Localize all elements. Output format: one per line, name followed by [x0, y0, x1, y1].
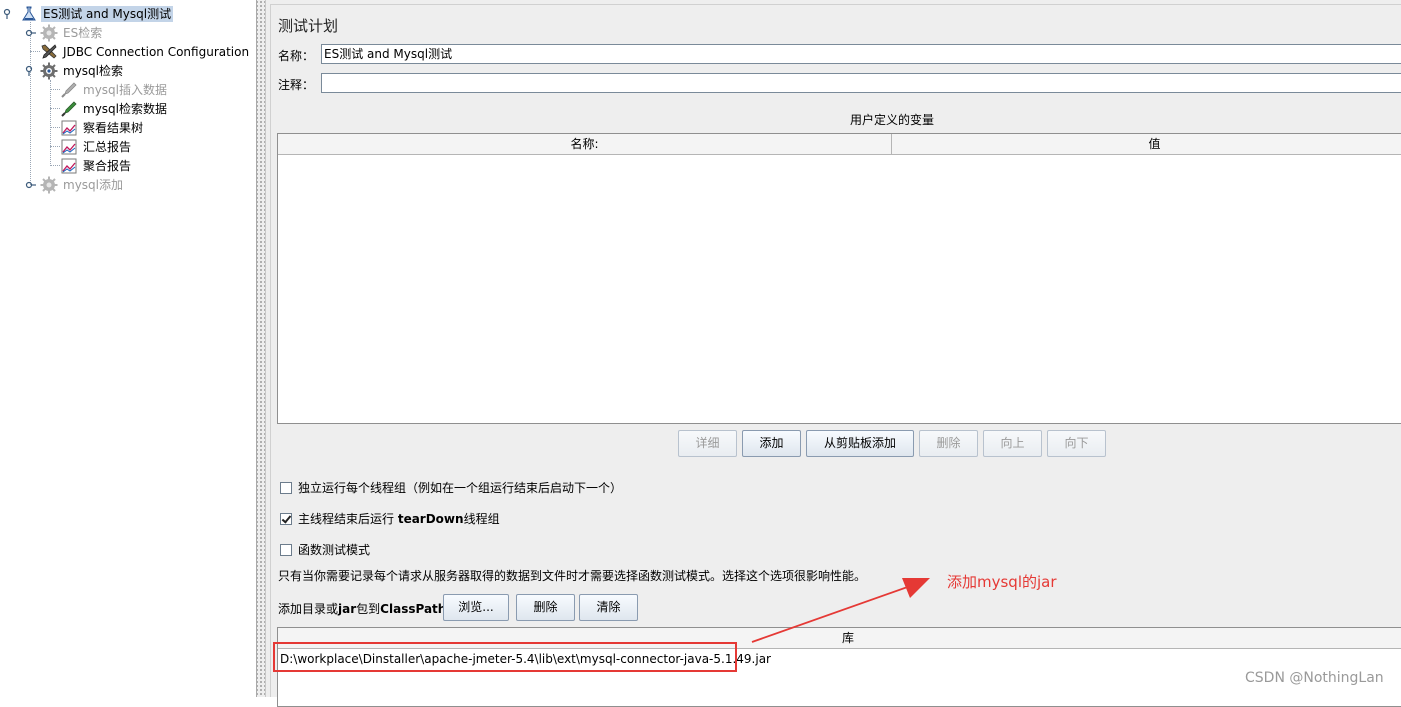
tree-item-mysql-insert[interactable]: mysql插入数据	[60, 80, 169, 99]
pipette-icon	[60, 100, 78, 118]
collapse-toggle-icon[interactable]	[3, 8, 15, 20]
tree-item-label: 汇总报告	[83, 139, 132, 154]
serial-thread-groups-option[interactable]: 独立运行每个线程组（例如在一个组运行结束后启动下一个）	[280, 479, 622, 496]
teardown-label-pre: 主线程结束后运行	[298, 512, 398, 526]
classpath-label-pre: 添加目录或	[278, 602, 339, 616]
tree-line	[50, 80, 51, 166]
tree-item-label: ES测试 and Mysql测试	[41, 5, 174, 22]
expand-toggle-icon[interactable]	[25, 27, 37, 39]
classpath-label: 添加目录或jar包到ClassPath	[278, 600, 446, 617]
name-input[interactable]: ES测试 and Mysql测试	[321, 44, 1401, 64]
tree-item-aggregate-report[interactable]: 聚合报告	[60, 156, 133, 175]
tree-item-jdbc-config[interactable]: JDBC Connection Configuration	[40, 42, 251, 61]
functional-mode-option[interactable]: 函数测试模式	[280, 541, 370, 558]
teardown-option[interactable]: 主线程结束后运行 tearDown线程组	[280, 510, 500, 527]
user-vars-table[interactable]: 名称: 值	[277, 133, 1401, 424]
move-up-button[interactable]: 向上	[983, 430, 1042, 457]
tree-item-label: mysql插入数据	[83, 82, 167, 97]
tree-item-mysql-query[interactable]: mysql检索数据	[60, 99, 169, 118]
tree-item-label: JDBC Connection Configuration	[63, 44, 250, 59]
teardown-label-post: 线程组	[463, 512, 500, 526]
tree-item-mysql-search[interactable]: mysql检索	[40, 61, 125, 80]
chart-icon	[60, 119, 78, 137]
tree-item-label: ES检索	[63, 25, 103, 40]
tree-item-test-plan[interactable]: ES测试 and Mysql测试	[20, 4, 174, 23]
teardown-label-bold: tearDown	[397, 512, 464, 526]
test-plan-tree[interactable]: ES测试 and Mysql测试 ES检索 JDBC Connection Co…	[0, 0, 257, 697]
highlight-box	[273, 642, 737, 672]
test-plan-panel: 测试计划 名称： ES测试 and Mysql测试 注释： 用户定义的变量 名称…	[266, 0, 1401, 707]
comment-input[interactable]	[321, 73, 1401, 93]
tools-icon	[40, 43, 58, 61]
teardown-checkbox[interactable]	[280, 512, 292, 525]
expand-toggle-icon[interactable]	[25, 179, 37, 191]
name-label: 名称：	[278, 49, 315, 63]
tree-line	[50, 127, 60, 128]
flask-icon	[20, 5, 38, 23]
tree-line	[50, 146, 60, 147]
comment-label: 注释：	[278, 78, 315, 92]
classpath-delete-button[interactable]: 删除	[516, 594, 575, 621]
tree-item-mysql-add[interactable]: mysql添加	[40, 175, 125, 194]
tree-item-label: 聚合报告	[83, 158, 132, 173]
teardown-label: 主线程结束后运行 tearDown线程组	[298, 510, 500, 527]
tree-line	[50, 89, 60, 90]
column-header-value[interactable]: 值	[892, 134, 1401, 155]
detail-button[interactable]: 详细	[678, 430, 737, 457]
tree-item-view-results-tree[interactable]: 察看结果树	[60, 118, 145, 137]
watermark: CSDN @NothingLan	[1245, 670, 1384, 686]
chart-icon	[60, 138, 78, 156]
gear-icon	[40, 24, 58, 42]
pipette-icon	[60, 81, 78, 99]
annotation-text: 添加mysql的jar	[947, 573, 1057, 591]
tree-item-es-search[interactable]: ES检索	[40, 23, 104, 42]
annotation-arrow-icon	[751, 578, 930, 643]
gear-icon	[40, 176, 58, 194]
classpath-label-jar: jar	[338, 602, 357, 616]
functional-mode-label: 函数测试模式	[298, 543, 371, 557]
page-title: 测试计划	[278, 17, 339, 35]
add-button[interactable]: 添加	[742, 430, 801, 457]
tree-item-label: mysql检索	[63, 63, 123, 78]
collapse-toggle-icon[interactable]	[25, 65, 37, 77]
delete-button[interactable]: 删除	[919, 430, 978, 457]
panel-splitter[interactable]	[257, 0, 266, 697]
tree-line	[50, 108, 60, 109]
user-vars-title: 用户定义的变量	[849, 113, 934, 127]
serial-thread-groups-checkbox[interactable]	[280, 481, 292, 494]
tree-item-label: mysql添加	[63, 177, 123, 192]
tree-item-summary-report[interactable]: 汇总报告	[60, 137, 133, 156]
browse-button[interactable]: 浏览...	[443, 594, 509, 621]
tree-line	[30, 51, 40, 52]
classpath-clear-button[interactable]: 清除	[579, 594, 638, 621]
tree-item-label: 察看结果树	[83, 120, 144, 135]
functional-mode-checkbox[interactable]	[280, 543, 292, 556]
tree-line	[30, 22, 31, 185]
tree-item-label: mysql检索数据	[83, 101, 167, 116]
add-from-clipboard-button[interactable]: 从剪贴板添加	[806, 430, 914, 457]
classpath-label-mid: 包到	[356, 602, 381, 616]
serial-thread-groups-label: 独立运行每个线程组（例如在一个组运行结束后启动下一个）	[298, 481, 623, 495]
chart-icon	[60, 157, 78, 175]
gear-icon	[40, 62, 58, 80]
classpath-label-end: ClassPath	[380, 602, 447, 616]
column-header-name[interactable]: 名称:	[278, 134, 892, 155]
tree-line	[50, 165, 60, 166]
move-down-button[interactable]: 向下	[1047, 430, 1106, 457]
